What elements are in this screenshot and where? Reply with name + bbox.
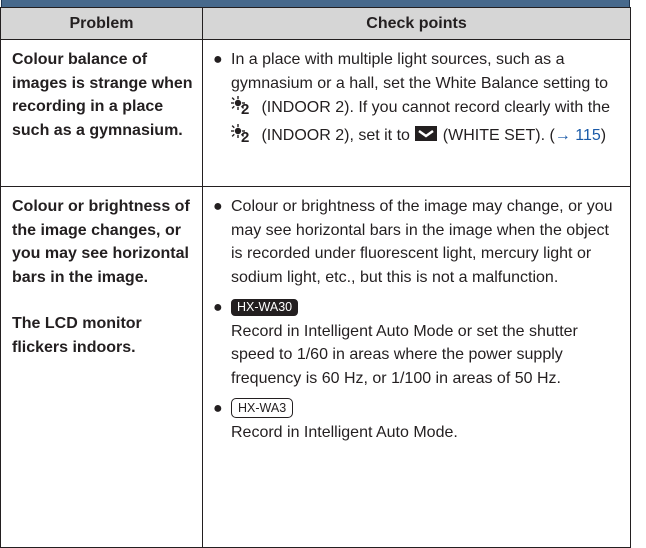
svg-text:2: 2 [241,101,249,115]
indoor-2-white-balance-icon: 2 [231,123,257,151]
model-badge: HX-WA30 [231,299,299,316]
header-problem: Problem [0,7,203,40]
table-row: Colour or brightness of the image change… [0,186,631,548]
bullet-icon: ● [213,400,223,417]
model-badge: HX-WA3 [233,401,292,416]
problem-cell: Colour or brightness of the image change… [0,186,203,548]
problem-text: Colour balance of images is strange when… [12,51,193,139]
bullet-icon: ● [213,198,223,215]
check-point-item: ● HX-WA3 Record in Intelligent Auto Mode… [213,397,622,444]
table-row: Colour balance of images is strange when… [0,39,631,187]
table-header-row: Problem Check points [0,7,631,40]
bullet-icon: ● [213,299,223,316]
header-check-points: Check points [202,7,631,40]
model-badge-frame: HX-WA3 [231,398,294,418]
problem-cell: Colour balance of images is strange when… [0,39,203,187]
check-points-cell: ● Colour or brightness of the image may … [202,186,631,548]
white-set-icon [414,123,438,151]
section-banner [1,0,630,7]
check-point-item: ● Colour or brightness of the image may … [213,195,622,289]
problem-text: The LCD monitor flickers indoors. [12,315,142,356]
svg-text:2: 2 [241,129,249,143]
problem-text: Colour or brightness of the image change… [12,198,190,286]
bullet-icon: ● [213,51,223,68]
check-point-item: ● HX-WA30 Record in Intelligent Auto Mod… [213,296,622,390]
check-points-cell: ● In a place with multiple light sources… [202,39,631,187]
troubleshooting-table: Problem Check points Colour balance of i… [0,7,631,548]
check-point-item: ● In a place with multiple light sources… [213,48,622,150]
troubleshooting-page: Problem Check points Colour balance of i… [0,0,646,548]
indoor-2-white-balance-icon: 2 [231,95,257,123]
page-reference-link[interactable]: → 115 [555,127,601,144]
